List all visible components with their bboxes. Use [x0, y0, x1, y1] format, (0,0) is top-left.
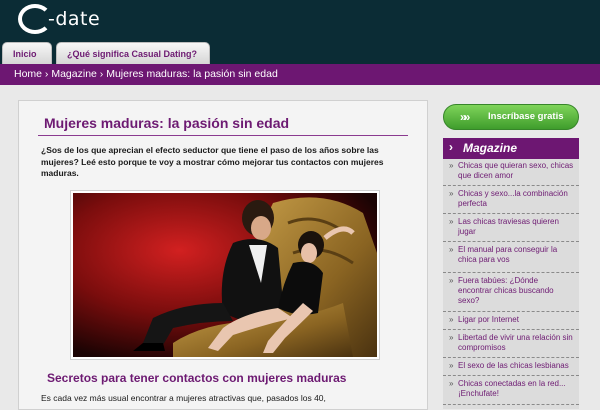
magazine-item[interactable]: » Chicas y sexo...la combinación perfect…	[443, 187, 579, 214]
magazine-item[interactable]: » Chicas conectadas en la red... ¡Enchuf…	[443, 377, 579, 405]
article-body: Es cada vez más usual encontrar a mujere…	[41, 393, 326, 403]
signup-button[interactable]: »» Inscríbase gratis	[443, 104, 579, 130]
bullet-icon: »	[449, 333, 454, 342]
magazine-item-link[interactable]: Chicas y sexo...la combinación perfecta	[458, 189, 574, 209]
bullet-icon: »	[449, 379, 454, 388]
bullet-icon: »	[449, 245, 454, 254]
bullet-icon: »	[449, 189, 454, 198]
article-title: Mujeres maduras: la pasión sin edad	[44, 115, 290, 131]
magazine-item-link[interactable]: El manual para conseguir la chica para v…	[458, 245, 574, 265]
bullet-icon: »	[449, 161, 454, 170]
signup-button-label: Inscríbase gratis	[488, 111, 564, 122]
magazine-item-link[interactable]: Chicas conectadas en la red... ¡Enchufat…	[458, 379, 574, 399]
bullet-icon: »	[449, 276, 454, 285]
magazine-item[interactable]: » Libertad de vivir una relación sin com…	[443, 331, 579, 358]
magazine-item-link[interactable]: Fuera tabúes: ¿Dónde encontrar chicas bu…	[458, 276, 574, 306]
cdate-logo[interactable]: -date	[18, 4, 108, 38]
chevron-right-icon: ›	[449, 140, 453, 154]
magazine-item[interactable]: » Fuera tabúes: ¿Dónde encontrar chicas …	[443, 274, 579, 312]
header-bar: -date Inicio ¿Qué significa Casual Datin…	[0, 0, 600, 64]
magazine-item-link[interactable]: El sexo de las chicas lesbianas	[458, 361, 574, 371]
magazine-item-link[interactable]: Libertad de vivir una relación sin compr…	[458, 333, 574, 353]
magazine-item[interactable]: » Las chicas traviesas quieren jugar	[443, 215, 579, 242]
article-image-frame	[70, 190, 380, 360]
logo-wordmark: -date	[48, 8, 101, 30]
bullet-icon: »	[449, 361, 454, 370]
couple-photo-illustration	[73, 193, 377, 357]
magazine-item[interactable]: » Ligar por Internet	[443, 313, 579, 330]
section-title: Secretos para tener contactos con mujere…	[47, 371, 347, 385]
magazine-item-link[interactable]: Chicas que quieran sexo, chicas que dice…	[458, 161, 574, 181]
bullet-icon: »	[449, 315, 454, 324]
title-divider	[38, 135, 408, 136]
magazine-item[interactable]: » Chicas que quieran sexo, chicas que di…	[443, 159, 579, 186]
article-photo	[73, 193, 377, 357]
breadcrumb-bar: Home › Magazine › Mujeres maduras: la pa…	[0, 64, 600, 85]
magazine-title: Magazine	[463, 141, 518, 155]
magazine-item-link[interactable]: Ligar por Internet	[458, 315, 574, 325]
magazine-header: › Magazine	[443, 138, 579, 159]
tab-casual-dating[interactable]: ¿Qué significa Casual Dating?	[56, 42, 210, 64]
magazine-item[interactable]: » El manual para conseguir la chica para…	[443, 243, 579, 273]
tab-inicio[interactable]: Inicio	[2, 42, 52, 64]
magazine-item[interactable]: » El sexo de las chicas lesbianas	[443, 359, 579, 376]
magazine-item-link[interactable]: Las chicas traviesas quieren jugar	[458, 217, 574, 237]
magazine-list: » Chicas que quieran sexo, chicas que di…	[443, 159, 579, 409]
breadcrumb[interactable]: Home › Magazine › Mujeres maduras: la pa…	[14, 64, 278, 85]
bullet-icon: »	[449, 217, 454, 226]
logo-c-mark	[18, 4, 52, 34]
article-intro: ¿Sos de los que aprecian el efecto seduc…	[41, 145, 384, 178]
double-chevron-right-icon: »»	[460, 110, 471, 124]
